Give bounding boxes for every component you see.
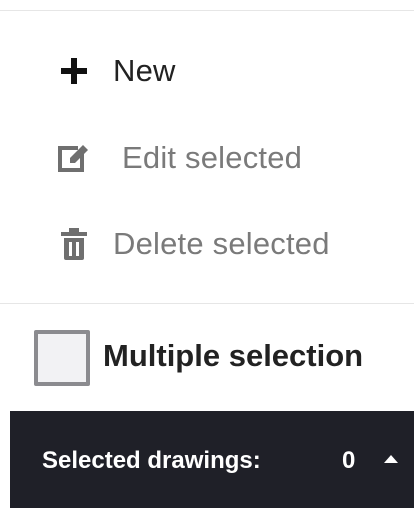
multiple-selection-checkbox[interactable]: [34, 330, 90, 386]
plus-icon: [56, 53, 92, 89]
trash-icon: [56, 226, 92, 262]
caret-up-icon[interactable]: [384, 455, 398, 463]
selected-drawings-count: 0: [342, 447, 356, 474]
delete-selected-button[interactable]: Delete selected: [0, 214, 414, 274]
edit-selected-label: Edit selected: [122, 140, 303, 175]
delete-selected-label: Delete selected: [113, 226, 330, 261]
selected-drawings-label: Selected drawings:: [42, 447, 261, 474]
new-label: New: [113, 53, 176, 88]
edit-selected-button[interactable]: Edit selected: [0, 128, 414, 188]
section-divider: [0, 303, 414, 304]
top-divider: [0, 10, 414, 11]
edit-icon: [56, 140, 92, 176]
drawing-tools-panel: New Edit selected Delete selected Multip…: [0, 0, 414, 508]
multiple-selection-label: Multiple selection: [103, 338, 364, 373]
new-drawing-button[interactable]: New: [0, 41, 414, 101]
multiple-selection-toggle[interactable]: Multiple selection: [0, 316, 414, 396]
selection-status-bar[interactable]: Selected drawings: 0: [10, 411, 414, 508]
